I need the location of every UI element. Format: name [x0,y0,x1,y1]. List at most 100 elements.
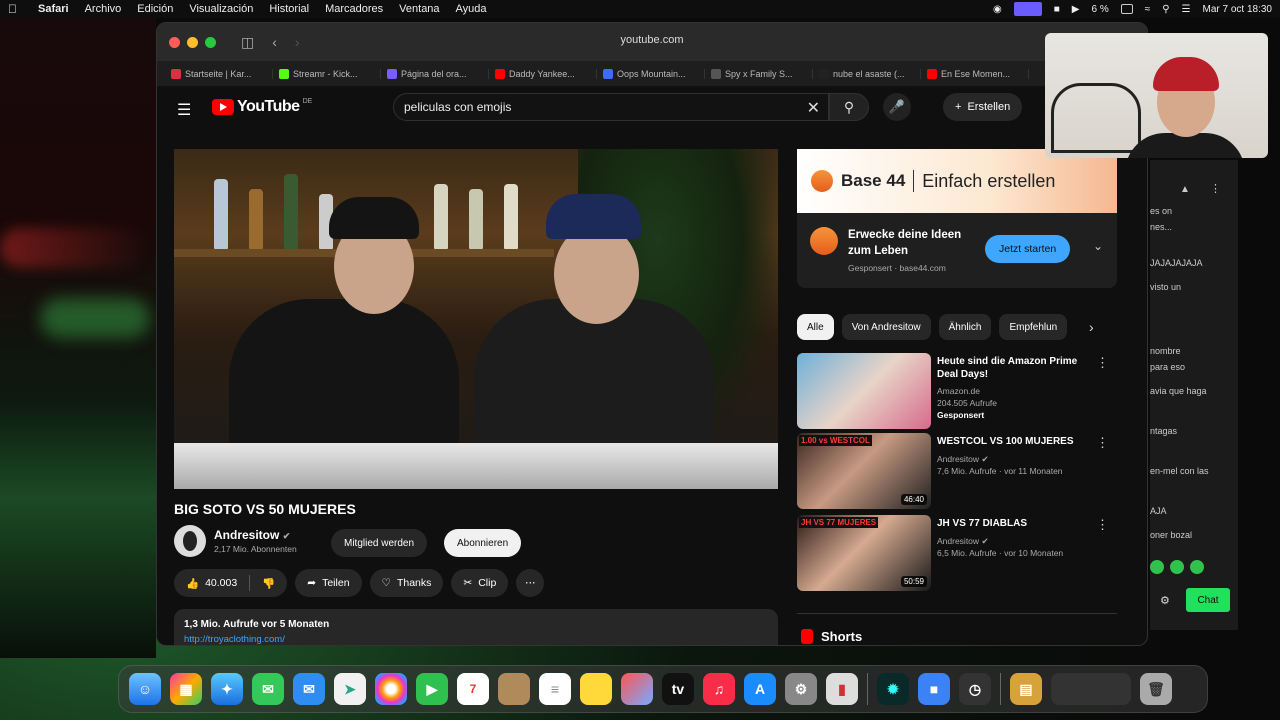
channel-name[interactable]: Andresitow ✔ [214,528,297,542]
notes-brown-icon[interactable] [498,673,530,705]
finder-icon[interactable]: ☺ [129,673,161,705]
create-button[interactable]: + Erstellen [943,93,1023,121]
more-vert-icon[interactable]: ⋮ [1096,435,1109,451]
menu-app[interactable]: Safari [38,3,69,15]
discord-icon[interactable]: ■ [1054,4,1060,15]
messages-icon[interactable]: ✉ [252,673,284,705]
roblox-icon[interactable]: ■ [918,673,950,705]
voice-search-button[interactable]: 🎤 [883,93,911,121]
share-button[interactable]: ➦ Teilen [295,569,362,597]
rec-title[interactable]: WESTCOL VS 100 MUJERES [937,435,1097,448]
menu-archivo[interactable]: Archivo [85,3,122,15]
browser-tab[interactable]: En Ese Momen... [921,68,1029,79]
recent-window-thumbnail[interactable] [1051,673,1131,705]
activity-monitor-icon[interactable]: ◷ [959,673,991,705]
maps-icon[interactable]: ➤ [334,673,366,705]
chip-recommended[interactable]: Empfehlun [999,314,1068,340]
reminders-icon[interactable]: ≡ [539,673,571,705]
ad-cta-button[interactable]: Jetzt starten [985,235,1071,263]
join-button[interactable]: Mitglied werden [331,529,428,557]
system-settings-icon[interactable]: ⚙ [785,673,817,705]
address-bar[interactable]: youtube.com [157,34,1147,46]
facetime-icon[interactable]: ▶ [416,673,448,705]
recommendation-item[interactable]: JH VS 77 MUJERES 50:59 JH VS 77 DIABLAS … [797,515,1117,593]
mail-icon[interactable]: ✉ [293,673,325,705]
shorts-heading[interactable]: Shorts [801,629,862,644]
chevron-down-icon[interactable]: ⌄ [1093,239,1103,253]
battery-icon[interactable] [1120,4,1133,14]
apple-tv-icon[interactable]: tv [662,673,694,705]
more-actions-button[interactable]: ⋯ [516,569,545,597]
downloads-folder-icon[interactable]: ▤ [1010,673,1042,705]
safari-icon[interactable]: ✦ [211,673,243,705]
menu-hamburger-icon[interactable]: ☰ [177,100,191,120]
browser-tab[interactable]: Oops Mountain... [597,68,705,79]
chat-send-button[interactable]: Chat [1186,588,1230,612]
chevron-right-icon[interactable]: › [1089,319,1094,335]
spotlight-search-icon[interactable]: ⚲ [1162,4,1169,15]
clear-search-icon[interactable]: ✕ [807,98,820,118]
pin-icon[interactable]: ▲ [1180,184,1190,195]
youtube-logo[interactable]: YouTube DE [212,98,312,116]
browser-tab[interactable]: Streamr - Kick... [273,68,381,79]
thanks-button[interactable]: ♡ Thanks [369,569,444,597]
wifi-icon[interactable]: ≈ [1145,4,1151,15]
iphone-mirroring-icon[interactable]: ▮ [826,673,858,705]
menu-edicion[interactable]: Edición [137,3,173,15]
emote-icon[interactable] [1170,560,1184,574]
app-store-icon[interactable]: A [744,673,776,705]
thumbs-down-icon[interactable]: 👎 [262,577,275,590]
ad-headline[interactable]: Erwecke deine Ideen zum Leben [848,227,978,259]
freeform-icon[interactable] [621,673,653,705]
menu-marcadores[interactable]: Marcadores [325,3,383,15]
game-app-icon[interactable]: ✹ [877,673,909,705]
browser-tab[interactable]: Daddy Yankee... [489,68,597,79]
more-vert-icon[interactable]: ⋮ [1210,182,1221,195]
more-vert-icon[interactable]: ⋮ [1096,517,1109,533]
browser-tab[interactable]: Página del ora... [381,68,489,79]
media-play-icon[interactable]: ▶ [1072,4,1080,15]
chip-all[interactable]: Alle [797,314,834,340]
search-button[interactable]: ⚲ [829,93,869,121]
description-link[interactable]: http://troyaclothing.com/ [184,634,768,645]
emote-icon[interactable] [1150,560,1164,574]
control-center-icon[interactable]: ☰ [1182,4,1191,15]
obs-icon[interactable]: ◉ [993,4,1002,15]
channel-avatar[interactable] [174,525,206,557]
rec-title[interactable]: Heute sind die Amazon Prime Deal Days! [937,355,1097,381]
trash-icon[interactable]: 🗑 [1140,673,1172,705]
video-thumbnail[interactable]: JH VS 77 MUJERES 50:59 [797,515,931,591]
photos-icon[interactable] [375,673,407,705]
chip-related[interactable]: Ähnlich [938,314,992,340]
browser-tab[interactable]: nube el asaste (... [813,68,921,79]
music-icon[interactable]: ♫ [703,673,735,705]
recommendation-item[interactable]: Heute sind die Amazon Prime Deal Days! A… [797,353,1117,431]
menu-visualizacion[interactable]: Visualización [189,3,253,15]
calendar-icon[interactable]: 7 [457,673,489,705]
gear-icon[interactable]: ⚙ [1160,594,1170,607]
menu-ayuda[interactable]: Ayuda [456,3,487,15]
clock[interactable]: Mar 7 oct 18:30 [1203,4,1272,15]
menu-ventana[interactable]: Ventana [399,3,439,15]
browser-tab[interactable]: Spy x Family S... [705,68,813,79]
description-box[interactable]: 1,3 Mio. Aufrufe vor 5 Monaten http://tr… [174,609,778,645]
rec-title[interactable]: JH VS 77 DIABLAS [937,517,1097,530]
notes-icon[interactable] [580,673,612,705]
recommendation-item[interactable]: 1.00 vs WESTCOL 46:40 WESTCOL VS 100 MUJ… [797,433,1117,511]
launchpad-icon[interactable]: ▦ [170,673,202,705]
ad-banner[interactable]: Base 44 Einfach erstellen [797,149,1117,213]
video-thumbnail[interactable] [797,353,931,429]
screen-share-icon[interactable] [1013,2,1042,16]
apple-icon[interactable]:  [8,2,24,16]
clip-button[interactable]: ✂ Clip [451,569,509,597]
video-thumbnail[interactable]: 1.00 vs WESTCOL 46:40 [797,433,931,509]
subscribe-button[interactable]: Abonnieren [444,529,522,557]
search-input[interactable]: peliculas con emojis ✕ [393,93,829,121]
more-vert-icon[interactable]: ⋮ [1096,355,1109,371]
menu-historial[interactable]: Historial [269,3,309,15]
emote-icon[interactable] [1190,560,1204,574]
chip-from-channel[interactable]: Von Andresitow [841,314,931,340]
video-player[interactable] [174,149,778,489]
like-button[interactable]: 👍 40.003 👎 [174,569,288,597]
browser-tab[interactable]: Startseite | Kar... [165,68,273,79]
